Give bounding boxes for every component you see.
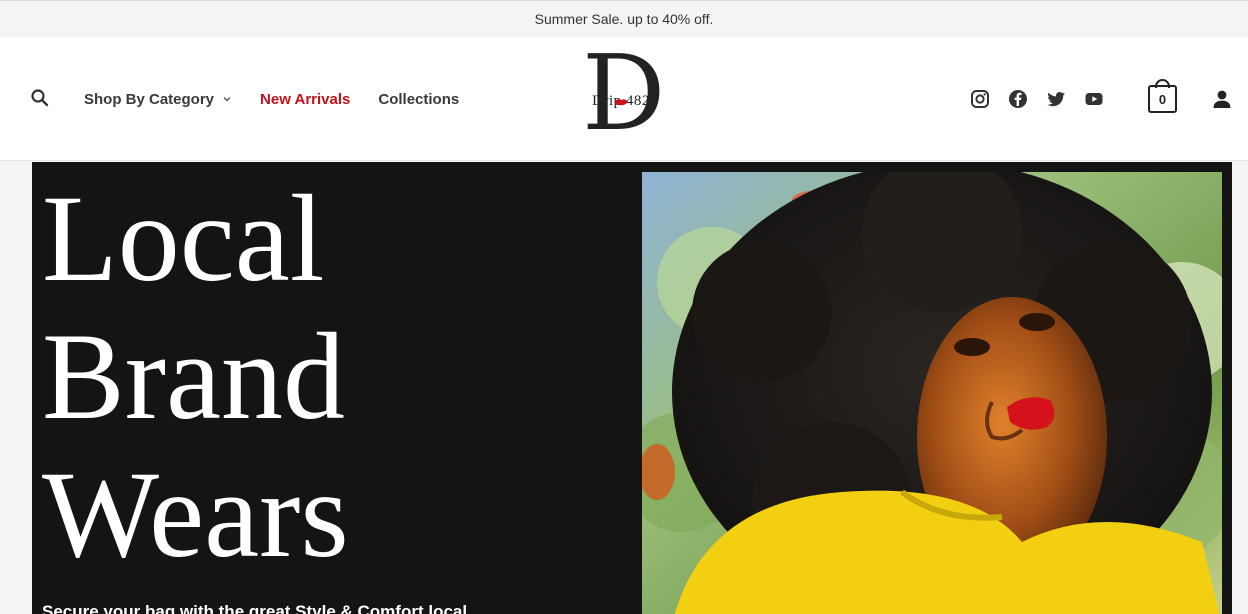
youtube-icon[interactable] (1084, 89, 1104, 109)
search-icon[interactable] (30, 88, 50, 108)
hero-banner: Local Brand Wears Secure your bag with t… (32, 162, 1232, 614)
facebook-icon[interactable] (1008, 89, 1028, 109)
hero-portrait-image (642, 172, 1222, 614)
nav-shop-by-category[interactable]: Shop By Category (84, 91, 232, 108)
nav-new-arrivals[interactable]: New Arrivals (260, 91, 350, 108)
instagram-icon[interactable] (970, 89, 990, 109)
hero-image (642, 172, 1222, 614)
nav-shop-by-category-label: Shop By Category (84, 90, 215, 108)
hero-subtitle: Secure your bag with the great Style & C… (42, 602, 468, 614)
site-header: Shop By Category New Arrivals Collection… (0, 37, 1248, 161)
nav-collections-label: Collections (378, 90, 460, 108)
cart-count: 0 (1158, 91, 1167, 107)
lips-icon (614, 99, 628, 106)
announcement-text: Summer Sale. up to 40% off. (534, 11, 714, 27)
main-nav: Shop By Category New Arrivals Collection… (84, 88, 459, 110)
twitter-icon[interactable] (1046, 89, 1066, 109)
nav-collections[interactable]: Collections (378, 91, 459, 108)
social-links (970, 89, 1122, 109)
nav-new-arrivals-label: New Arrivals (260, 90, 351, 108)
brand-logo[interactable]: D Drip 4820 (574, 41, 674, 149)
hero-title: Local Brand Wears (42, 170, 349, 583)
user-icon[interactable] (1212, 89, 1232, 109)
chevron-down-icon (223, 97, 231, 102)
cart-icon[interactable]: 0 (1148, 85, 1177, 113)
